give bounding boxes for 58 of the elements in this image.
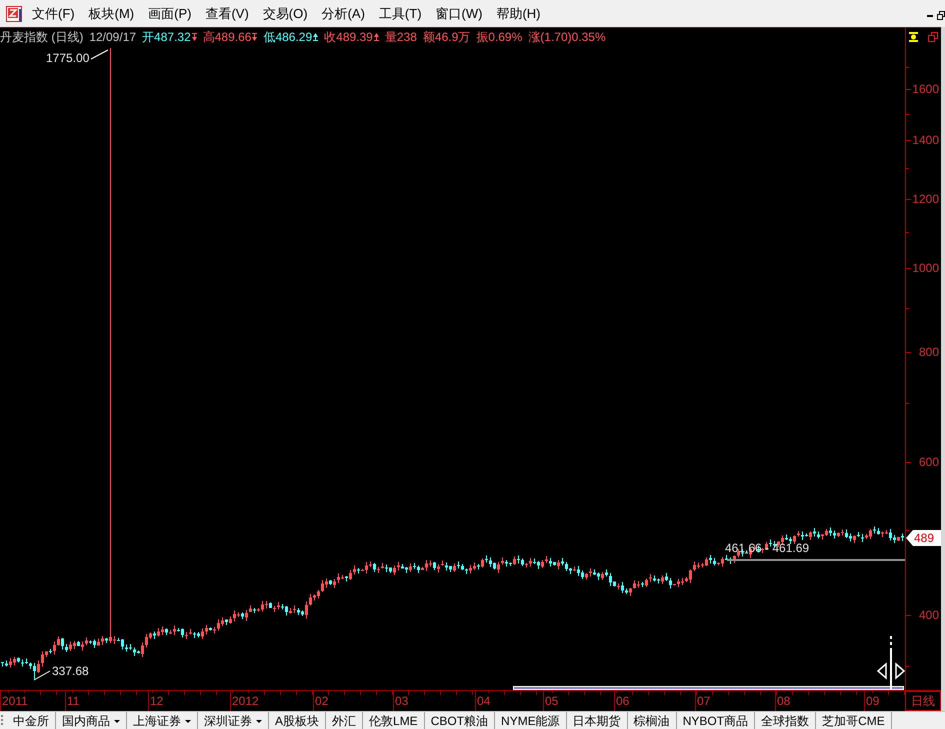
market-tab[interactable]: 棕榈油 (628, 712, 677, 729)
market-tab[interactable]: NYME能源 (495, 712, 567, 729)
menu-item[interactable]: 帮助(H) (489, 4, 548, 22)
price-axis-label: 1200 (912, 191, 939, 207)
caret-icon (256, 720, 262, 723)
market-tab[interactable]: A股板块 (269, 712, 326, 729)
market-tab[interactable]: 中金所 (7, 712, 56, 729)
minimize-icon[interactable] (927, 14, 933, 17)
leader-line (34, 670, 50, 680)
price-axis-label: 600 (918, 454, 939, 470)
quote-field: 额46.9万 (422, 28, 470, 44)
quote-field: 低486.29 (263, 28, 312, 44)
price-axis-label: 1600 (912, 81, 939, 97)
current-price-tag: 489 (906, 530, 941, 546)
app-logo-icon[interactable] (6, 6, 22, 22)
price-axis-label: 1000 (912, 260, 939, 276)
menu-item[interactable]: 板块(M) (82, 4, 142, 22)
quote-field: 高489.66 (202, 28, 252, 44)
market-tab[interactable]: 深圳证券 (198, 712, 269, 729)
price-axis-label: 1400 (912, 132, 939, 148)
leader-line (90, 50, 108, 60)
menu-item[interactable]: 分析(A) (314, 4, 372, 22)
high-price-label: 1775.00 (46, 51, 90, 65)
pan-handle-icon[interactable] (876, 636, 905, 690)
menu-item[interactable]: 交易(O) (256, 4, 315, 22)
menu-item[interactable]: 窗口(W) (428, 4, 490, 22)
price-axis-label: 400 (918, 607, 939, 623)
market-tab[interactable]: 全球指数 (755, 712, 816, 729)
restore-window-icon[interactable] (937, 11, 945, 20)
quote-field: 开487.32 (142, 28, 191, 44)
price-axis-label: 800 (918, 344, 939, 360)
low-price-label: 337.68 (52, 664, 89, 678)
period-label[interactable]: 日线 (905, 691, 941, 711)
low-candle (33, 663, 36, 679)
menu-item[interactable]: 画面(P) (141, 4, 198, 22)
market-tab[interactable]: 芝加哥CME (816, 712, 892, 729)
quote-field: 涨(1.70)0.35% (528, 28, 606, 44)
quote-field: 收489.39 (324, 28, 373, 44)
market-tab[interactable]: 国内商品 (56, 712, 127, 729)
menu-item[interactable]: 文件(F) (25, 4, 82, 22)
market-tab[interactable]: NYBOT商品 (676, 712, 756, 729)
range-scrollbar[interactable] (513, 686, 904, 690)
caret-icon (114, 720, 120, 723)
restore-icon[interactable] (928, 32, 938, 42)
market-tab[interactable]: 上海证券 (127, 712, 198, 729)
market-tab[interactable]: 外汇 (326, 712, 364, 729)
grip-icon[interactable] (1, 715, 4, 727)
instrument-name: 丹麦指数 (日线) (0, 28, 84, 44)
quote-field: 振0.69% (476, 28, 522, 44)
menu-item[interactable]: 工具(T) (372, 4, 429, 22)
pin-icon[interactable] (909, 32, 918, 42)
market-tab[interactable]: CBOT粮油 (424, 712, 496, 729)
menu-item[interactable]: 查看(V) (198, 4, 256, 22)
quote-field: 量238 (384, 28, 417, 44)
caret-icon (185, 720, 191, 723)
quote-date: 12/09/17 (89, 28, 136, 44)
market-tab[interactable]: 伦敦LME (363, 712, 425, 729)
market-tab[interactable]: 日本期货 (566, 712, 628, 729)
